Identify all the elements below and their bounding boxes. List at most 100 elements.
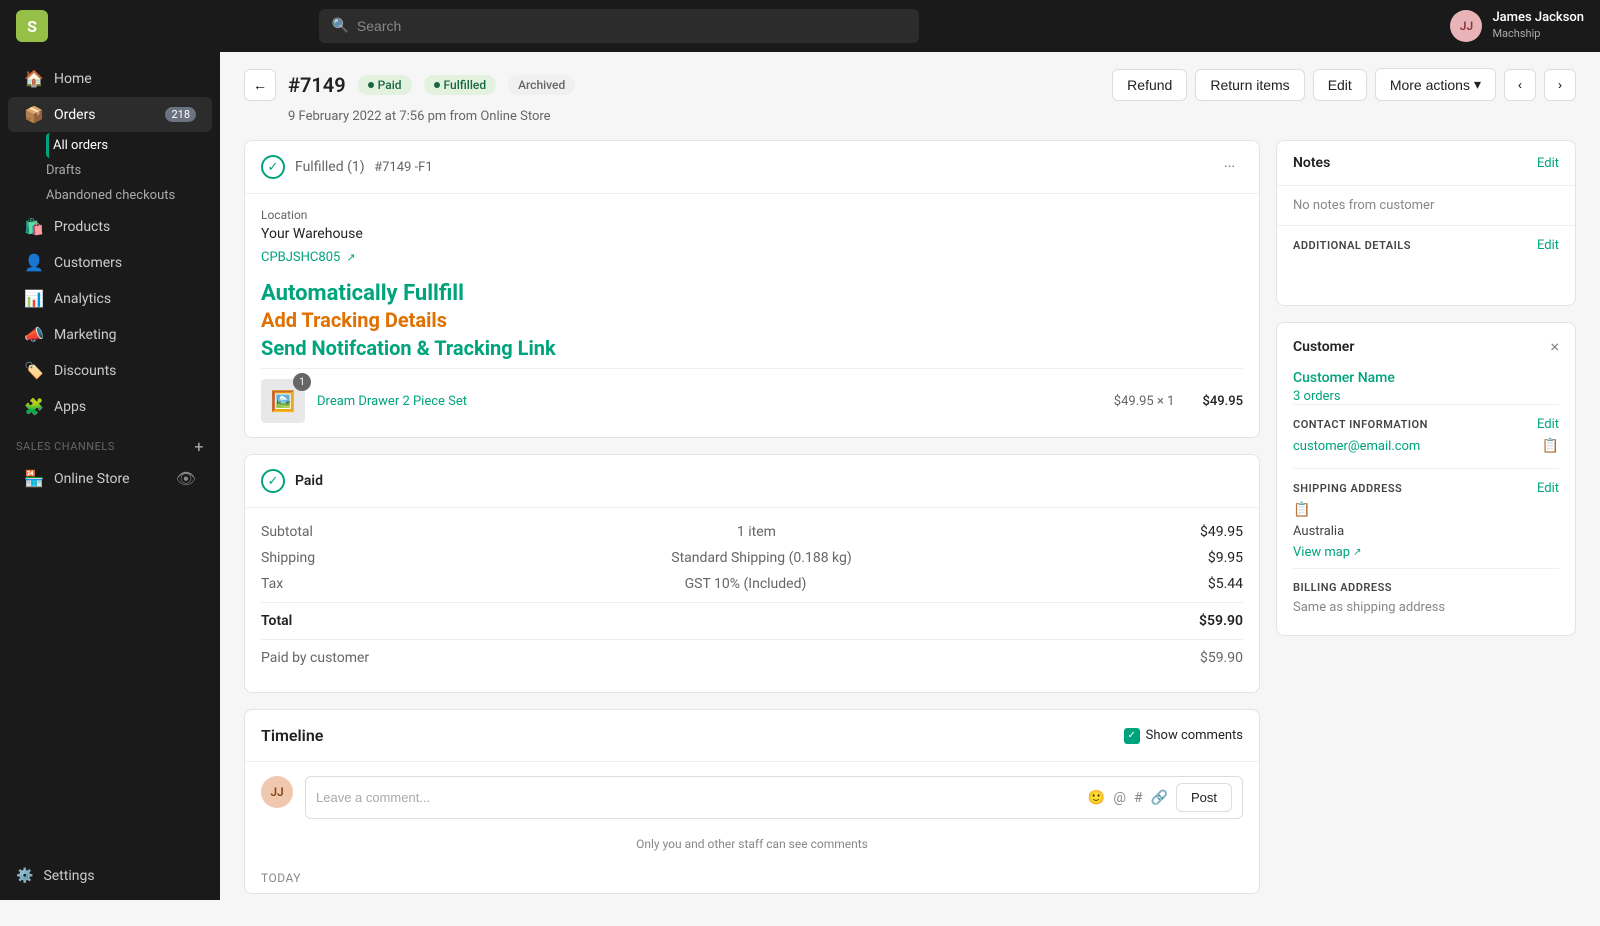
emoji-icon[interactable]: 🙂 bbox=[1088, 790, 1105, 806]
total-amount: $59.90 bbox=[1199, 613, 1243, 629]
payment-check-icon: ✓ bbox=[261, 469, 285, 493]
online-store-settings-icon[interactable]: 👁 bbox=[176, 469, 196, 488]
billing-label: BILLING ADDRESS bbox=[1293, 581, 1392, 594]
next-order-button[interactable]: › bbox=[1544, 69, 1576, 101]
sidebar-item-label: Customers bbox=[54, 255, 122, 271]
comment-input-wrapper: 🙂 @ # 🔗 Post bbox=[305, 776, 1243, 819]
sidebar-item-drafts[interactable]: Drafts bbox=[46, 158, 220, 183]
billing-section: BILLING ADDRESS Same as shipping address bbox=[1293, 568, 1559, 623]
right-column: Notes Edit No notes from customer ADDITI… bbox=[1276, 140, 1576, 910]
hashtag-icon[interactable]: # bbox=[1134, 790, 1143, 806]
copy-address-icon[interactable]: 📋 bbox=[1293, 502, 1310, 518]
shipping-label: SHIPPING ADDRESS bbox=[1293, 482, 1402, 495]
sales-channels-section: SALES CHANNELS + bbox=[0, 425, 220, 460]
main-content: ← #7149 Paid Fulfilled Archived Refund R… bbox=[220, 52, 1600, 926]
edit-button[interactable]: Edit bbox=[1313, 69, 1367, 101]
fulfilled-check-icon: ✓ bbox=[261, 155, 285, 179]
avatar: JJ bbox=[1450, 10, 1482, 42]
sidebar-item-abandoned-checkouts[interactable]: Abandoned checkouts bbox=[46, 183, 220, 208]
refund-button[interactable]: Refund bbox=[1112, 69, 1187, 101]
show-comments-checkbox[interactable]: ✓ bbox=[1124, 728, 1140, 744]
sidebar-item-analytics[interactable]: 📊 Analytics bbox=[8, 281, 212, 316]
fulfillment-body: Location Your Warehouse CPBJSHC805 ↗ Aut… bbox=[245, 194, 1259, 437]
post-button[interactable]: Post bbox=[1176, 783, 1232, 812]
sidebar-item-apps[interactable]: 🧩 Apps bbox=[8, 389, 212, 424]
customer-card: Customer × Customer Name 3 orders CONTAC… bbox=[1276, 322, 1576, 636]
comment-input[interactable] bbox=[316, 790, 1080, 805]
customer-name-link[interactable]: Customer Name bbox=[1293, 370, 1559, 386]
return-items-button[interactable]: Return items bbox=[1195, 69, 1304, 101]
fulfillment-more-button[interactable]: ··· bbox=[1216, 155, 1243, 179]
subtotal-label: Subtotal bbox=[261, 524, 313, 540]
paid-row: Paid by customer $59.90 bbox=[261, 639, 1243, 666]
notes-title: Notes bbox=[1293, 155, 1330, 171]
customer-title: Customer bbox=[1293, 339, 1354, 355]
payment-card: ✓ Paid Subtotal 1 item $49.95 Shipping S… bbox=[244, 454, 1260, 693]
fulfillment-card: ✓ Fulfilled (1) #7149 -F1 ··· Location Y… bbox=[244, 140, 1260, 438]
sidebar-item-label: Analytics bbox=[54, 291, 111, 307]
paid-badge: Paid bbox=[358, 75, 412, 95]
sidebar-item-customers[interactable]: 👤 Customers bbox=[8, 245, 212, 280]
sidebar-item-orders[interactable]: 📦 Orders 218 bbox=[8, 97, 212, 132]
additional-details-edit-button[interactable]: Edit bbox=[1537, 238, 1559, 253]
shipping-detail: Standard Shipping (0.188 kg) bbox=[671, 550, 851, 566]
attachment-icon[interactable]: 🔗 bbox=[1151, 790, 1168, 806]
shipping-header-row: SHIPPING ADDRESS Edit bbox=[1293, 481, 1559, 496]
sidebar-item-label: Orders bbox=[54, 107, 96, 123]
notes-edit-button[interactable]: Edit bbox=[1537, 156, 1559, 171]
prev-order-button[interactable]: ‹ bbox=[1504, 69, 1536, 101]
payment-header: ✓ Paid bbox=[245, 455, 1259, 508]
add-sales-channel-button[interactable]: + bbox=[194, 437, 204, 456]
paid-label: Paid by customer bbox=[261, 650, 1200, 666]
sidebar-item-settings[interactable]: ⚙️ Settings bbox=[0, 860, 220, 892]
search-icon: 🔍 bbox=[331, 18, 348, 34]
billing-same-text: Same as shipping address bbox=[1293, 600, 1559, 615]
tracking-link-row: CPBJSHC805 ↗ bbox=[261, 250, 1243, 265]
external-link-icon: ↗ bbox=[346, 251, 355, 264]
user-area: JJ James Jackson Machship bbox=[1450, 10, 1584, 42]
fulfillment-header: ✓ Fulfilled (1) #7149 -F1 ··· bbox=[245, 141, 1259, 194]
shipping-row: Shipping Standard Shipping (0.188 kg) $9… bbox=[261, 550, 1243, 566]
show-comments-row: ✓ Show comments bbox=[1124, 728, 1243, 744]
fulfilled-dot bbox=[434, 82, 440, 88]
sidebar-item-marketing[interactable]: 📣 Marketing bbox=[8, 317, 212, 352]
contact-label: CONTACT INFORMATION bbox=[1293, 418, 1428, 431]
sidebar: 🏠 Home 📦 Orders 218 All orders Drafts Ab… bbox=[0, 52, 220, 900]
search-bar[interactable]: 🔍 bbox=[319, 9, 919, 43]
archived-badge: Archived bbox=[508, 75, 575, 95]
orders-submenu: All orders Drafts Abandoned checkouts bbox=[0, 133, 220, 208]
sidebar-item-home[interactable]: 🏠 Home bbox=[8, 61, 212, 96]
email-link[interactable]: customer@email.com bbox=[1293, 439, 1420, 454]
sidebar-item-discounts[interactable]: 🏷️ Discounts bbox=[8, 353, 212, 388]
more-actions-button[interactable]: More actions ▾ bbox=[1375, 68, 1496, 101]
sidebar-item-all-orders[interactable]: All orders bbox=[46, 133, 220, 158]
shipping-edit-button[interactable]: Edit bbox=[1537, 481, 1559, 496]
chevron-down-icon: ▾ bbox=[1474, 76, 1481, 93]
user-name: James Jackson bbox=[1492, 10, 1584, 27]
product-name: Dream Drawer 2 Piece Set bbox=[317, 393, 1086, 409]
back-button[interactable]: ← bbox=[244, 69, 276, 101]
sidebar-item-products[interactable]: 🛍️ Products bbox=[8, 209, 212, 244]
comment-avatar: JJ bbox=[261, 776, 293, 808]
promo-text: Automatically Fullfill Add Tracking Deta… bbox=[261, 281, 1243, 360]
copy-email-icon[interactable]: 📋 bbox=[1542, 438, 1559, 454]
search-input[interactable] bbox=[357, 18, 908, 34]
product-link[interactable]: Dream Drawer 2 Piece Set bbox=[317, 394, 467, 409]
timeline-today: TODAY bbox=[245, 863, 1259, 893]
additional-details-label: ADDITIONAL DETAILS bbox=[1293, 239, 1411, 252]
paid-amount: $59.90 bbox=[1200, 650, 1243, 666]
tracking-link[interactable]: CPBJSHC805 bbox=[261, 250, 340, 265]
view-map-link[interactable]: View map ↗ bbox=[1293, 545, 1362, 560]
customer-orders-link[interactable]: 3 orders bbox=[1293, 389, 1341, 404]
contact-edit-button[interactable]: Edit bbox=[1537, 417, 1559, 432]
notes-header: Notes Edit bbox=[1277, 141, 1575, 186]
sidebar-item-online-store[interactable]: 🏪 Online Store 👁 bbox=[8, 461, 212, 496]
sidebar-item-label: Online Store bbox=[54, 471, 130, 487]
total-label: Total bbox=[261, 613, 1199, 629]
orders-icon: 📦 bbox=[24, 105, 44, 124]
comment-hint: Only you and other staff can see comment… bbox=[245, 833, 1259, 863]
close-customer-button[interactable]: × bbox=[1550, 337, 1559, 356]
order-actions: Refund Return items Edit More actions ▾ … bbox=[1112, 68, 1576, 101]
mention-icon[interactable]: @ bbox=[1113, 790, 1126, 806]
subtotal-amount: $49.95 bbox=[1200, 524, 1243, 540]
